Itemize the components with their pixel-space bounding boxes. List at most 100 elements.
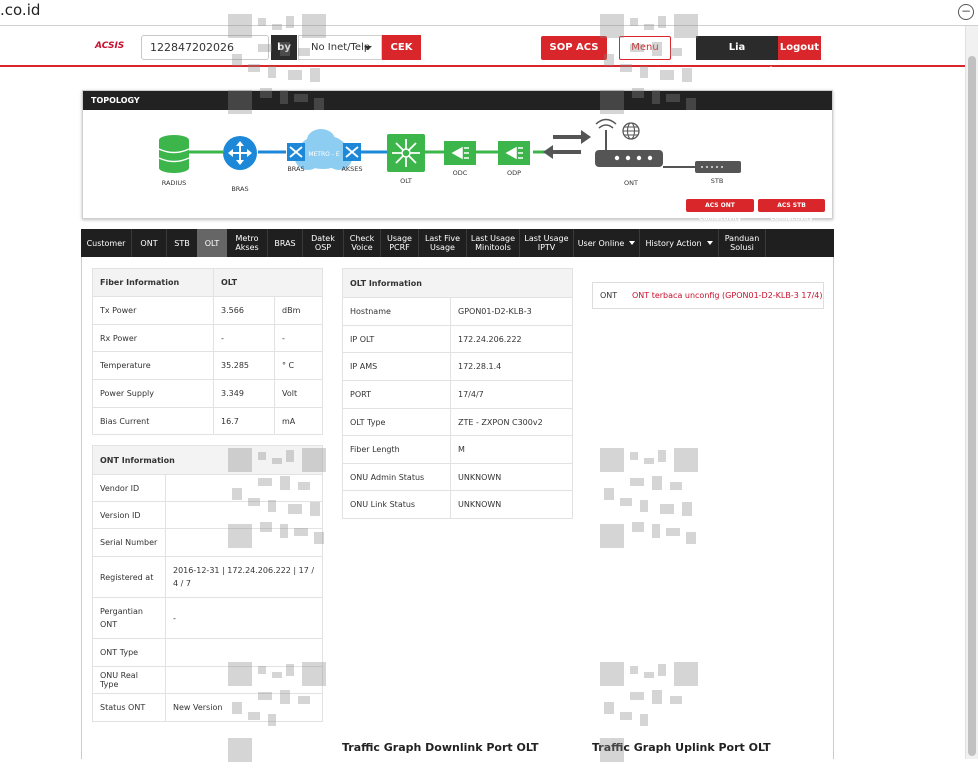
table-row: ONU Link Status UNKNOWN [342, 490, 573, 519]
table-row: Bias Current 16.7 mA [92, 407, 323, 435]
table-row: IP AMS 172.28.1.4 [342, 352, 573, 381]
qr-watermark [228, 662, 326, 762]
user-name: Lia Purnamasari [696, 36, 778, 77]
acs-ont-connectivity-button[interactable]: ACS ONT Connectivity [686, 199, 754, 222]
tab-ont[interactable]: ONT [132, 229, 166, 257]
table-row: Rx Power - - [92, 324, 323, 352]
row-value: 3.349 [213, 379, 275, 408]
olt-icon[interactable] [387, 134, 425, 172]
row-label: ONT Type [92, 638, 166, 667]
row-value: M [450, 435, 573, 464]
chevron-down-icon [706, 241, 713, 245]
table-row: PORT 17/4/7 [342, 380, 573, 409]
tab-check-voice[interactable]: Check Voice [344, 229, 380, 257]
row-unit: mA [274, 407, 323, 435]
bras-switch-icon[interactable] [287, 143, 305, 161]
tab-datek-osp[interactable]: Datek OSP [303, 229, 343, 257]
tab-last-usage-minitools-label: Last Usage Minitools [470, 234, 516, 252]
tab-customer[interactable]: Customer [81, 229, 131, 257]
table-row: Power Supply 3.349 Volt [92, 379, 323, 408]
table-row: Registered at 2016-12-31 | 172.24.206.22… [92, 556, 323, 598]
row-label: ONU Link Status [342, 490, 451, 519]
tab-history-action[interactable]: History Action [640, 229, 718, 257]
bras2-label: BRAS [287, 165, 304, 173]
globe-icon [622, 122, 640, 140]
tab-bar: Customer ONT STB OLT Metro Akses BRAS Da… [81, 229, 834, 257]
tab-metro-akses-label: Metro Akses [235, 234, 259, 252]
ont-status-box: ONT ONT terbaca unconfig (GPON01-D2-KLB-… [592, 282, 824, 309]
qr-watermark [228, 448, 326, 548]
row-label: PORT [342, 380, 451, 409]
qr-watermark [228, 14, 326, 114]
tab-customer-label: Customer [86, 238, 126, 248]
scrollbar-thumb[interactable] [968, 56, 976, 756]
row-value: UNKNOWN [450, 490, 573, 519]
tab-history-action-label: History Action [645, 238, 702, 248]
row-value: UNKNOWN [450, 463, 573, 491]
akses-switch-icon[interactable] [343, 143, 361, 161]
fiber-olt-header: OLT [213, 268, 323, 297]
bras-router-icon[interactable] [223, 136, 257, 170]
tab-metro-akses[interactable]: Metro Akses [227, 229, 267, 257]
table-row: Fiber Length M [342, 435, 573, 464]
row-label: Serial Number [92, 528, 166, 557]
row-label: Temperature [92, 351, 214, 380]
row-label: Version ID [92, 501, 166, 529]
row-value: GPON01-D2-KLB-3 [450, 297, 573, 326]
tab-last-five-usage[interactable]: Last Five Usage [419, 229, 466, 257]
odc-label: ODC [453, 169, 468, 177]
qr-watermark [600, 662, 698, 762]
odc-icon[interactable] [444, 141, 476, 165]
cek-button[interactable]: CEK [382, 35, 421, 60]
chevron-down-icon [629, 241, 636, 245]
row-value: - [165, 597, 323, 639]
qr-watermark [600, 14, 698, 114]
url-text[interactable]: .co.id [0, 1, 40, 19]
olt-info-header: OLT Information [342, 268, 573, 298]
tab-last-usage-iptv-label: Last Usage IPTV [524, 234, 569, 252]
tab-last-usage-iptv[interactable]: Last Usage IPTV [520, 229, 573, 257]
table-row: ONU Admin Status UNKNOWN [342, 463, 573, 491]
tab-stb[interactable]: STB [167, 229, 197, 257]
vertical-scrollbar[interactable] [965, 26, 978, 759]
row-unit: ° C [274, 351, 323, 380]
tab-olt[interactable]: OLT [197, 229, 227, 257]
row-label: Tx Power [92, 296, 214, 325]
logout-button[interactable]: Logout [778, 36, 821, 60]
row-unit: Volt [274, 379, 323, 408]
odp-icon[interactable] [498, 141, 530, 165]
radius-label: RADIUS [162, 179, 187, 187]
tab-last-usage-minitools[interactable]: Last Usage Minitools [467, 229, 519, 257]
sop-acs-button[interactable]: SOP ACS [541, 36, 607, 60]
row-label: Pergantian ONT [92, 597, 166, 639]
stb-icon[interactable] [695, 161, 741, 173]
tab-bras[interactable]: BRAS [268, 229, 302, 257]
downlink-graph-title: Traffic Graph Downlink Port OLT [342, 741, 539, 754]
tab-usage-pcrf[interactable]: Usage PCRF [381, 229, 418, 257]
browser-url-bar[interactable]: .co.id − [0, 0, 978, 26]
tab-user-online[interactable]: User Online [574, 229, 639, 257]
acs-stb-connectivity-button[interactable]: ACS STB Connectivity [758, 199, 825, 222]
bras-label: BRAS [231, 185, 248, 193]
row-label: Power Supply [92, 379, 214, 408]
row-value: 17/4/7 [450, 380, 573, 409]
tab-olt-label: OLT [204, 238, 220, 248]
qr-watermark [600, 448, 698, 548]
tab-datek-osp-label: Datek OSP [311, 234, 335, 252]
row-label: Vendor ID [92, 474, 166, 502]
ont-status-value: ONT terbaca unconfig (GPON01-D2-KLB-3 17… [632, 291, 823, 300]
row-label: Hostname [342, 297, 451, 326]
radius-server-icon[interactable] [158, 135, 190, 173]
row-value: 172.24.206.222 [450, 325, 573, 353]
row-label: OLT Type [342, 408, 451, 436]
app-header: ACSIS by No Inet/Telp CEK SOP ACS Menu L… [0, 27, 965, 77]
table-row: OLT Type ZTE - ZXPON C300v2 [342, 408, 573, 436]
olt-label: OLT [400, 177, 412, 185]
topology-title: TOPOLOGY [83, 91, 832, 110]
akses-label: AKSES [341, 165, 362, 173]
zoom-out-icon[interactable]: − [958, 4, 974, 20]
tab-panduan-solusi[interactable]: Panduan Solusi [719, 229, 765, 257]
table-row: Pergantian ONT - [92, 597, 323, 639]
row-label: Bias Current [92, 407, 214, 435]
table-row: Tx Power 3.566 dBm [92, 296, 323, 325]
